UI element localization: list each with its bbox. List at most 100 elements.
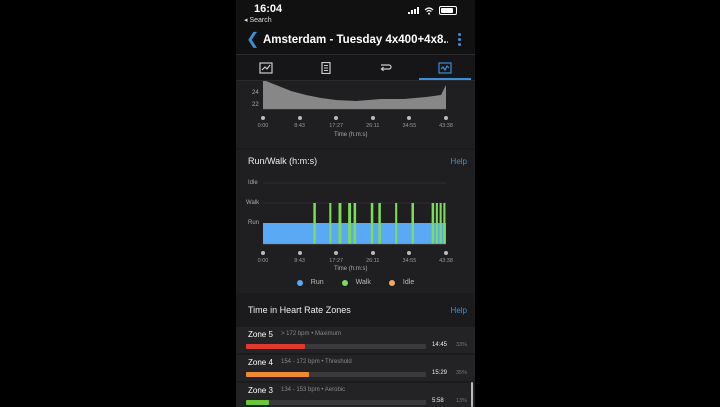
x-tick-label: 8:43: [294, 123, 305, 129]
run-walk-legend: Run Walk Idle: [236, 279, 475, 286]
zone-name: Zone 3: [248, 386, 273, 395]
x-tick-label: 26:11: [366, 258, 380, 264]
zone-percent: 13%: [456, 398, 468, 404]
legend-run: Run: [296, 279, 324, 286]
legend-idle-dot: [388, 279, 395, 286]
scrollbar[interactable]: [471, 382, 473, 407]
x-tick-dot: [297, 116, 302, 120]
wifi-icon: [424, 6, 434, 15]
zone-time: 14:45: [432, 342, 448, 348]
walk-interval-bar: [431, 203, 435, 244]
x-tick-dot: [444, 116, 448, 120]
zone-time: 5:58: [432, 398, 444, 404]
zone-row-5[interactable]: Zone 5 > 172 bpm • Maximum 14:45 33%: [236, 327, 475, 353]
zone-bar-track: [246, 344, 426, 349]
signal-icon: [408, 7, 419, 14]
x-tick-dot: [370, 251, 375, 255]
phone-screen: 16:04 ◂ Search ❮ Amsterdam - Tuesday 4x4…: [236, 0, 475, 407]
walk-interval-bar: [395, 203, 398, 244]
zone-bar-track: [246, 400, 426, 405]
zone-name: Zone 4: [248, 358, 273, 367]
hr-zones-help-link[interactable]: Help: [451, 306, 467, 315]
status-icons: [408, 6, 457, 15]
back-chevron-icon[interactable]: ❮: [246, 31, 259, 49]
x-tick-dot: [407, 251, 412, 255]
walk-interval-bar: [435, 203, 438, 244]
status-time: 16:04: [254, 3, 283, 15]
zone-range: 154 - 172 bpm • Threshold: [281, 359, 352, 365]
details-document-icon: [321, 61, 331, 74]
hr-zones-title: Time in Heart Rate Zones: [248, 305, 351, 315]
zone-name: Zone 5: [248, 330, 273, 339]
walk-interval-bar: [378, 203, 381, 244]
walk-interval-bar: [313, 203, 316, 244]
x-tick-label: 43:38: [439, 258, 453, 264]
x-tick-dot: [297, 251, 302, 255]
x-tick-label: 0:00: [257, 258, 269, 264]
back-to-search-link[interactable]: ◂ Search: [244, 16, 272, 24]
x-tick-dot: [407, 116, 412, 120]
x-tick-dot: [334, 251, 339, 255]
x-tick-label: 34:55: [402, 258, 417, 264]
y-tick-label: 22: [252, 102, 259, 108]
laps-loop-icon: [380, 63, 392, 71]
cadence-area: [263, 81, 446, 109]
tab-overview[interactable]: [236, 55, 296, 80]
legend-run-label: Run: [310, 279, 324, 286]
zone-time: 15:29: [432, 370, 448, 376]
x-tick-label: 34:55: [402, 123, 417, 129]
zone-bar-fill: [246, 400, 270, 405]
zone-row-3[interactable]: Zone 3 134 - 153 bpm • Aerobic 5:58 13%: [236, 383, 475, 407]
tab-details[interactable]: [296, 55, 356, 80]
zone-row-4[interactable]: Zone 4 154 - 172 bpm • Threshold 15:29 3…: [236, 355, 475, 381]
activity-title: Amsterdam - Tuesday 4x400+4x8...: [263, 34, 448, 46]
walk-interval-bar: [353, 203, 357, 244]
y-tick-label: 24: [252, 90, 259, 96]
x-tick-dot: [444, 251, 448, 255]
tab-stats[interactable]: [415, 55, 475, 80]
x-axis-label: Time (h:m:s): [334, 132, 368, 138]
zone-bar-fill: [246, 372, 309, 377]
legend-walk: Walk: [341, 279, 371, 286]
zone-range: 134 - 153 bpm • Aerobic: [281, 387, 346, 393]
x-tick-label: 0:00: [257, 123, 269, 129]
walk-interval-bar: [411, 203, 414, 244]
x-tick-label: 17:27: [329, 258, 344, 264]
zone-bar-track: [246, 372, 426, 377]
status-bar: 16:04 ◂ Search: [236, 0, 475, 28]
chart-overview-icon: [259, 61, 273, 74]
title-bar: ❮ Amsterdam - Tuesday 4x400+4x8...: [236, 28, 475, 55]
x-tick-label: 17:27: [329, 123, 344, 129]
legend-walk-dot: [341, 279, 348, 286]
tab-laps[interactable]: [356, 55, 416, 80]
walk-interval-bar: [443, 203, 446, 244]
zone-percent: 33%: [456, 342, 468, 348]
zone-bar-fill: [246, 344, 306, 349]
x-tick-dot: [261, 116, 265, 120]
x-tick-label: 8:43: [294, 258, 305, 264]
zone-range: > 172 bpm • Maximum: [281, 331, 341, 337]
battery-icon: [439, 6, 457, 15]
cadence-chart-card: 24 22 0:00 8:43 17:27 26:11 34:55 43:38 Time …: [236, 81, 475, 148]
x-tick-dot: [261, 251, 265, 255]
stats-chart-icon: [438, 61, 452, 74]
x-tick-label: 26:11: [366, 123, 380, 129]
legend-run-dot: [296, 279, 303, 286]
legend-walk-label: Walk: [355, 279, 371, 286]
zone-percent: 35%: [456, 370, 468, 376]
hr-zones-card: Time in Heart Rate Zones Help Zone 5 > 1…: [236, 295, 475, 407]
walk-interval-bar: [439, 203, 442, 244]
legend-idle-label: Idle: [402, 279, 415, 286]
more-options-icon[interactable]: [458, 33, 461, 48]
legend-idle: Idle: [388, 279, 415, 286]
walk-interval-bar: [338, 203, 342, 244]
walk-interval-bar: [329, 203, 332, 244]
run-walk-x-label: Time (h:m:s): [334, 266, 368, 272]
x-tick-dot: [334, 116, 339, 120]
run-walk-card: Run/Walk (h:m:s) Help Idle Walk Run 0:00…: [236, 150, 475, 293]
x-tick-label: 43:38: [439, 123, 453, 129]
x-tick-dot: [370, 116, 375, 120]
walk-interval-bar: [348, 203, 352, 244]
walk-interval-bar: [370, 203, 374, 244]
tab-bar: [236, 55, 475, 81]
